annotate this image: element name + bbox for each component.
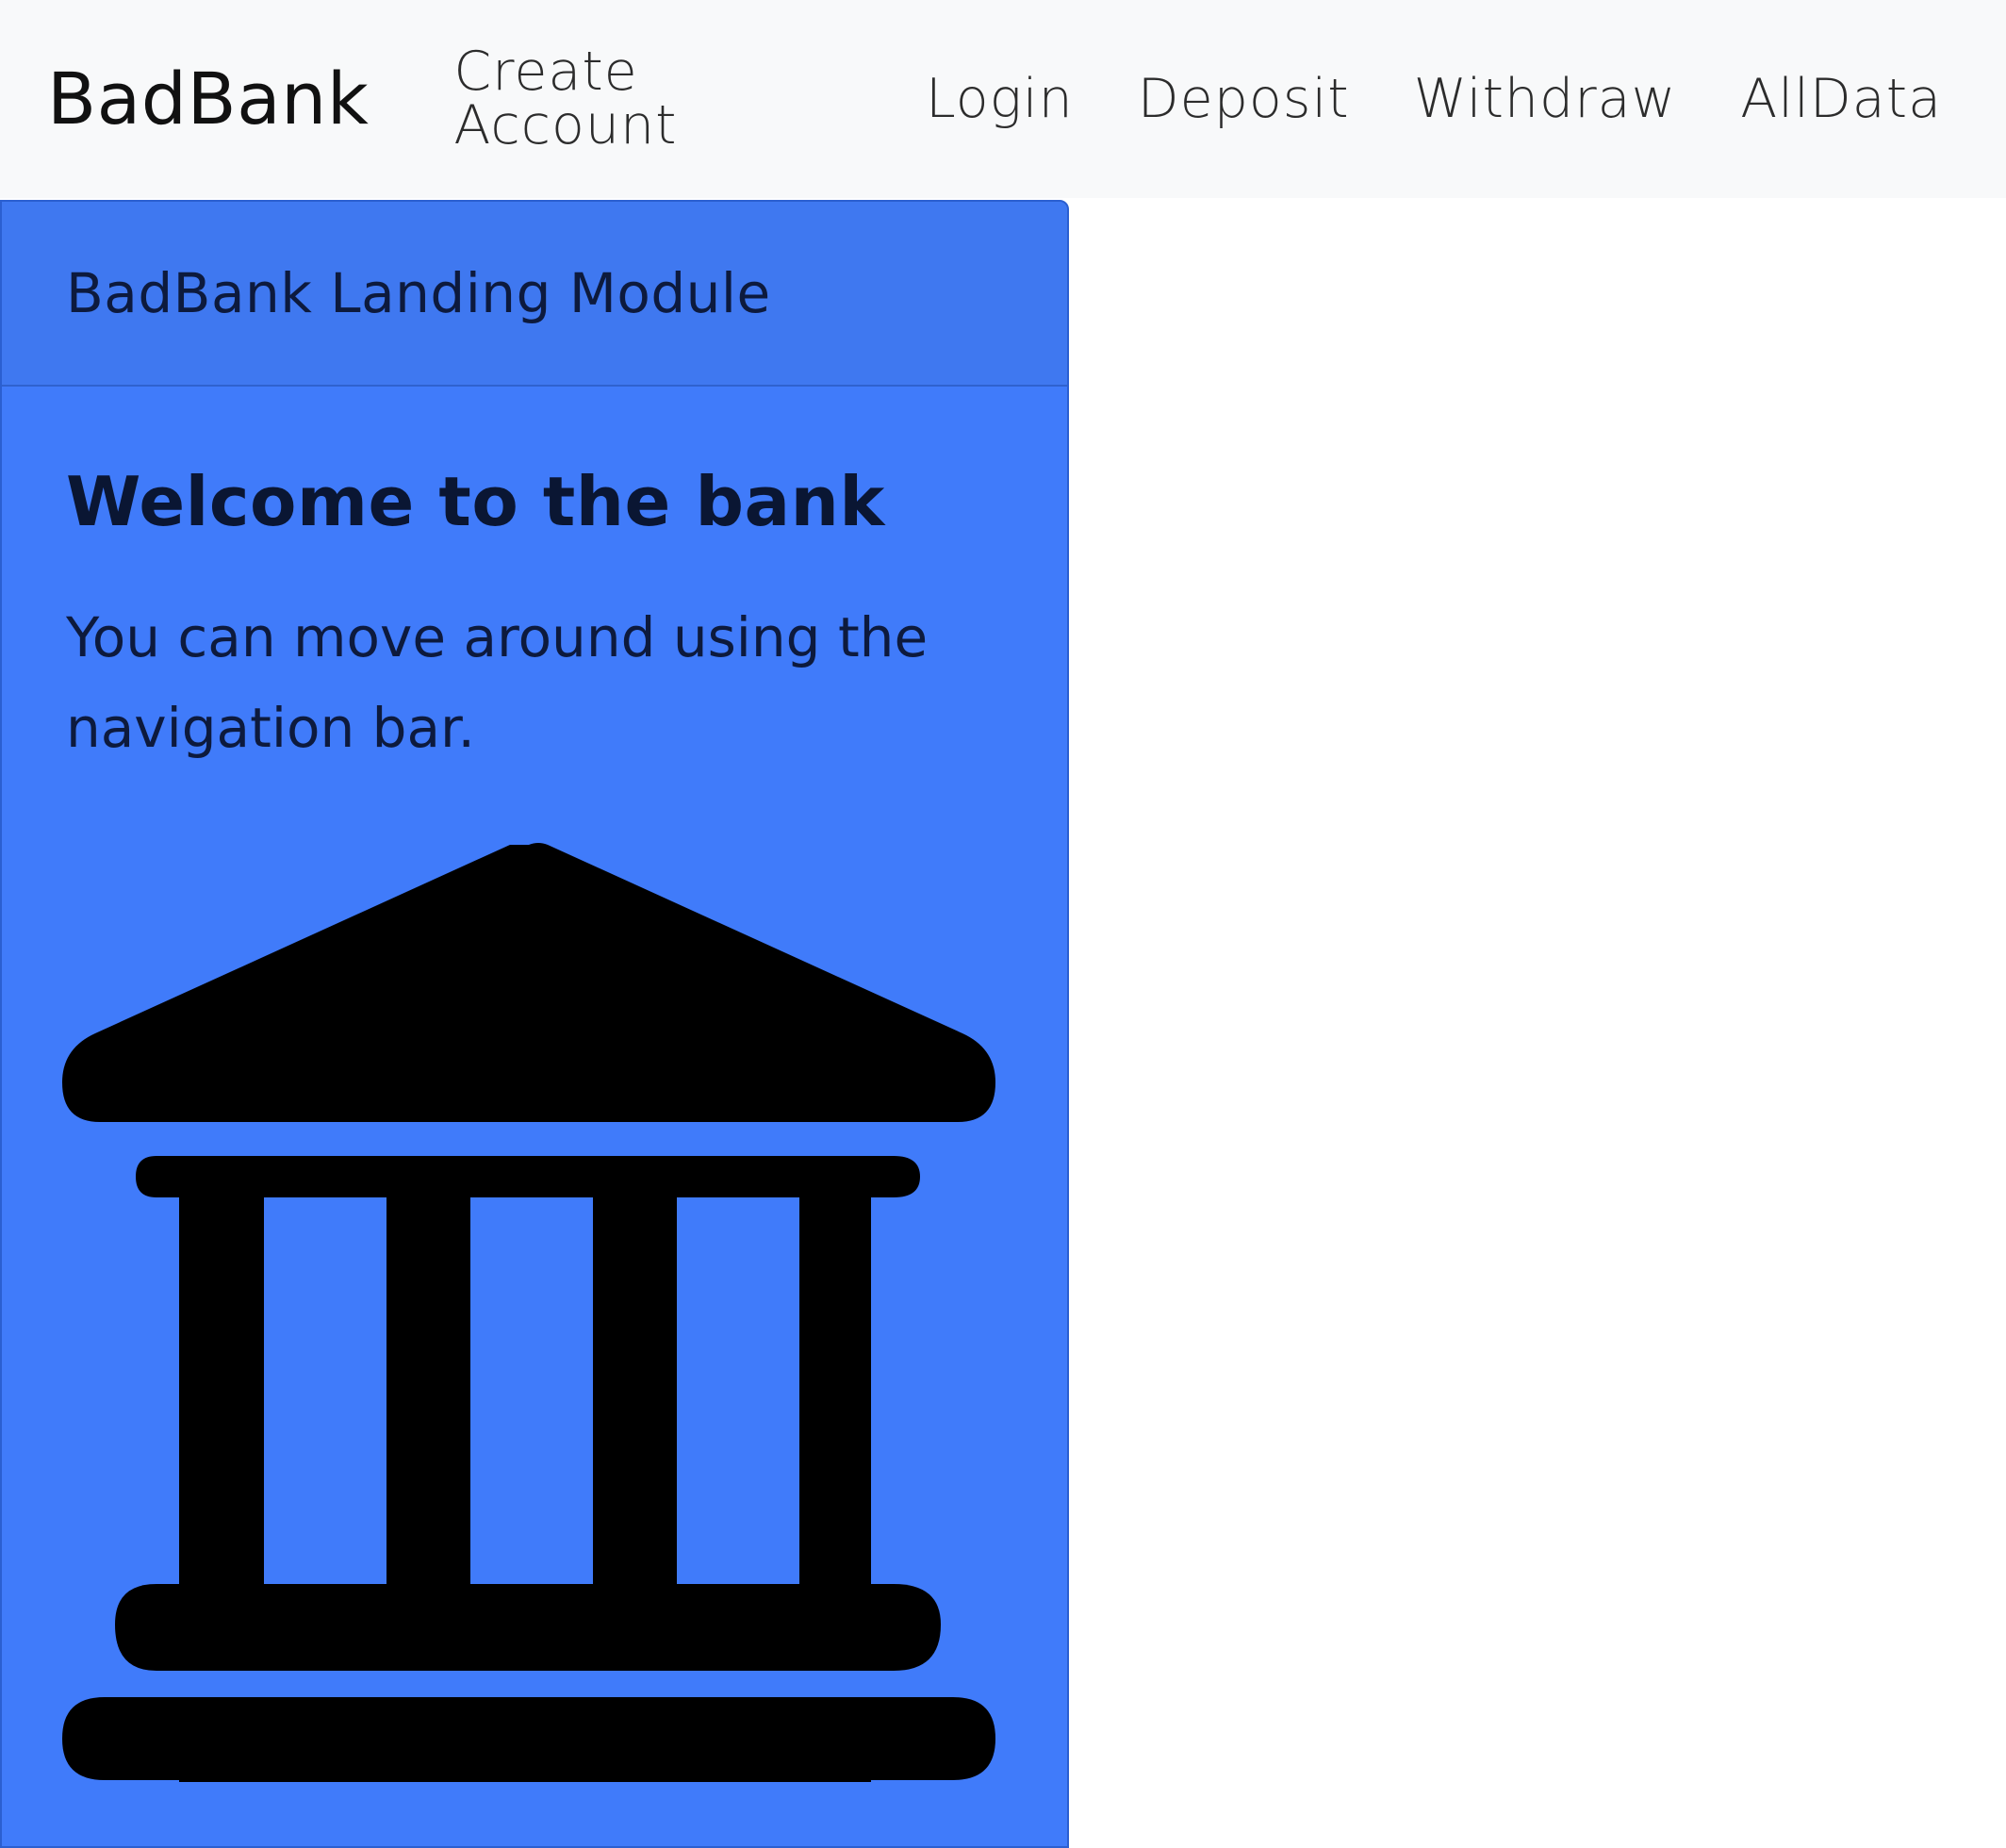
navbar: BadBank Create Account Login Deposit Wit… xyxy=(0,0,2006,198)
landing-card: BadBank Landing Module Welcome to the ba… xyxy=(0,200,1069,1848)
nav-link-withdraw[interactable]: Withdraw xyxy=(1414,72,1677,126)
card-text: You can move around using the navigation… xyxy=(66,605,929,760)
nav-link-alldata[interactable]: AllData xyxy=(1740,72,1942,126)
bank-building-icon xyxy=(62,843,995,1782)
card-header-title: BadBank Landing Module xyxy=(66,261,771,325)
brand-link[interactable]: BadBank xyxy=(47,63,369,135)
nav-link-deposit[interactable]: Deposit xyxy=(1138,72,1350,126)
card-title: Welcome to the bank xyxy=(66,462,885,541)
card-body: Welcome to the bank You can move around … xyxy=(2,387,1067,773)
card-header: BadBank Landing Module xyxy=(2,202,1067,387)
nav-link-create-account[interactable]: Create Account xyxy=(453,45,862,153)
nav-link-login[interactable]: Login xyxy=(926,72,1074,126)
